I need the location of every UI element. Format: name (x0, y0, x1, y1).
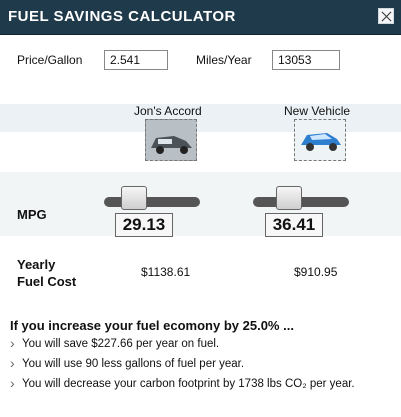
vehicle-name-new: New Vehicle (284, 104, 351, 118)
mpg-slider-handle-current[interactable] (121, 186, 147, 210)
mpg-label: MPG (17, 207, 47, 222)
results-panel: If you increase your fuel ecomony by 25.… (0, 308, 401, 417)
results-list: You will save $227.66 per year on fuel. … (8, 336, 392, 397)
car-icon-image (301, 133, 341, 151)
result-item: You will decrease your carbon footprint … (8, 376, 392, 392)
car-icon[interactable] (294, 119, 346, 161)
vehicle-name-current: Jon's Accord (134, 104, 202, 118)
result-item: You will use 90 less gallons of fuel per… (8, 356, 392, 372)
mpg-value-new: 36.41 (265, 213, 323, 237)
yearly-label-line2: Fuel Cost (17, 274, 77, 289)
mpg-value-current: 29.13 (115, 213, 173, 237)
price-label: Price/Gallon (17, 53, 83, 67)
yearly-cost-new: $910.95 (294, 265, 338, 279)
window-title: FUEL SAVINGS CALCULATOR (8, 8, 236, 25)
yearly-label-line1: Yearly (17, 257, 56, 272)
price-input[interactable]: 2.541 (104, 50, 168, 70)
mpg-slider-track-current[interactable] (104, 197, 200, 207)
title-bar: FUEL SAVINGS CALCULATOR (0, 0, 401, 35)
close-icon[interactable] (378, 8, 394, 24)
miles-label: Miles/Year (196, 53, 252, 67)
yearly-cost-current: $1138.61 (141, 265, 191, 279)
results-headline: If you increase your fuel ecomony by 25.… (10, 318, 294, 333)
result-item: You will save $227.66 per year on fuel. (8, 336, 392, 352)
car-photo-image (146, 120, 196, 160)
miles-input[interactable]: 13053 (272, 50, 340, 70)
mpg-slider-handle-new[interactable] (276, 186, 302, 210)
car-photo[interactable] (145, 119, 197, 161)
